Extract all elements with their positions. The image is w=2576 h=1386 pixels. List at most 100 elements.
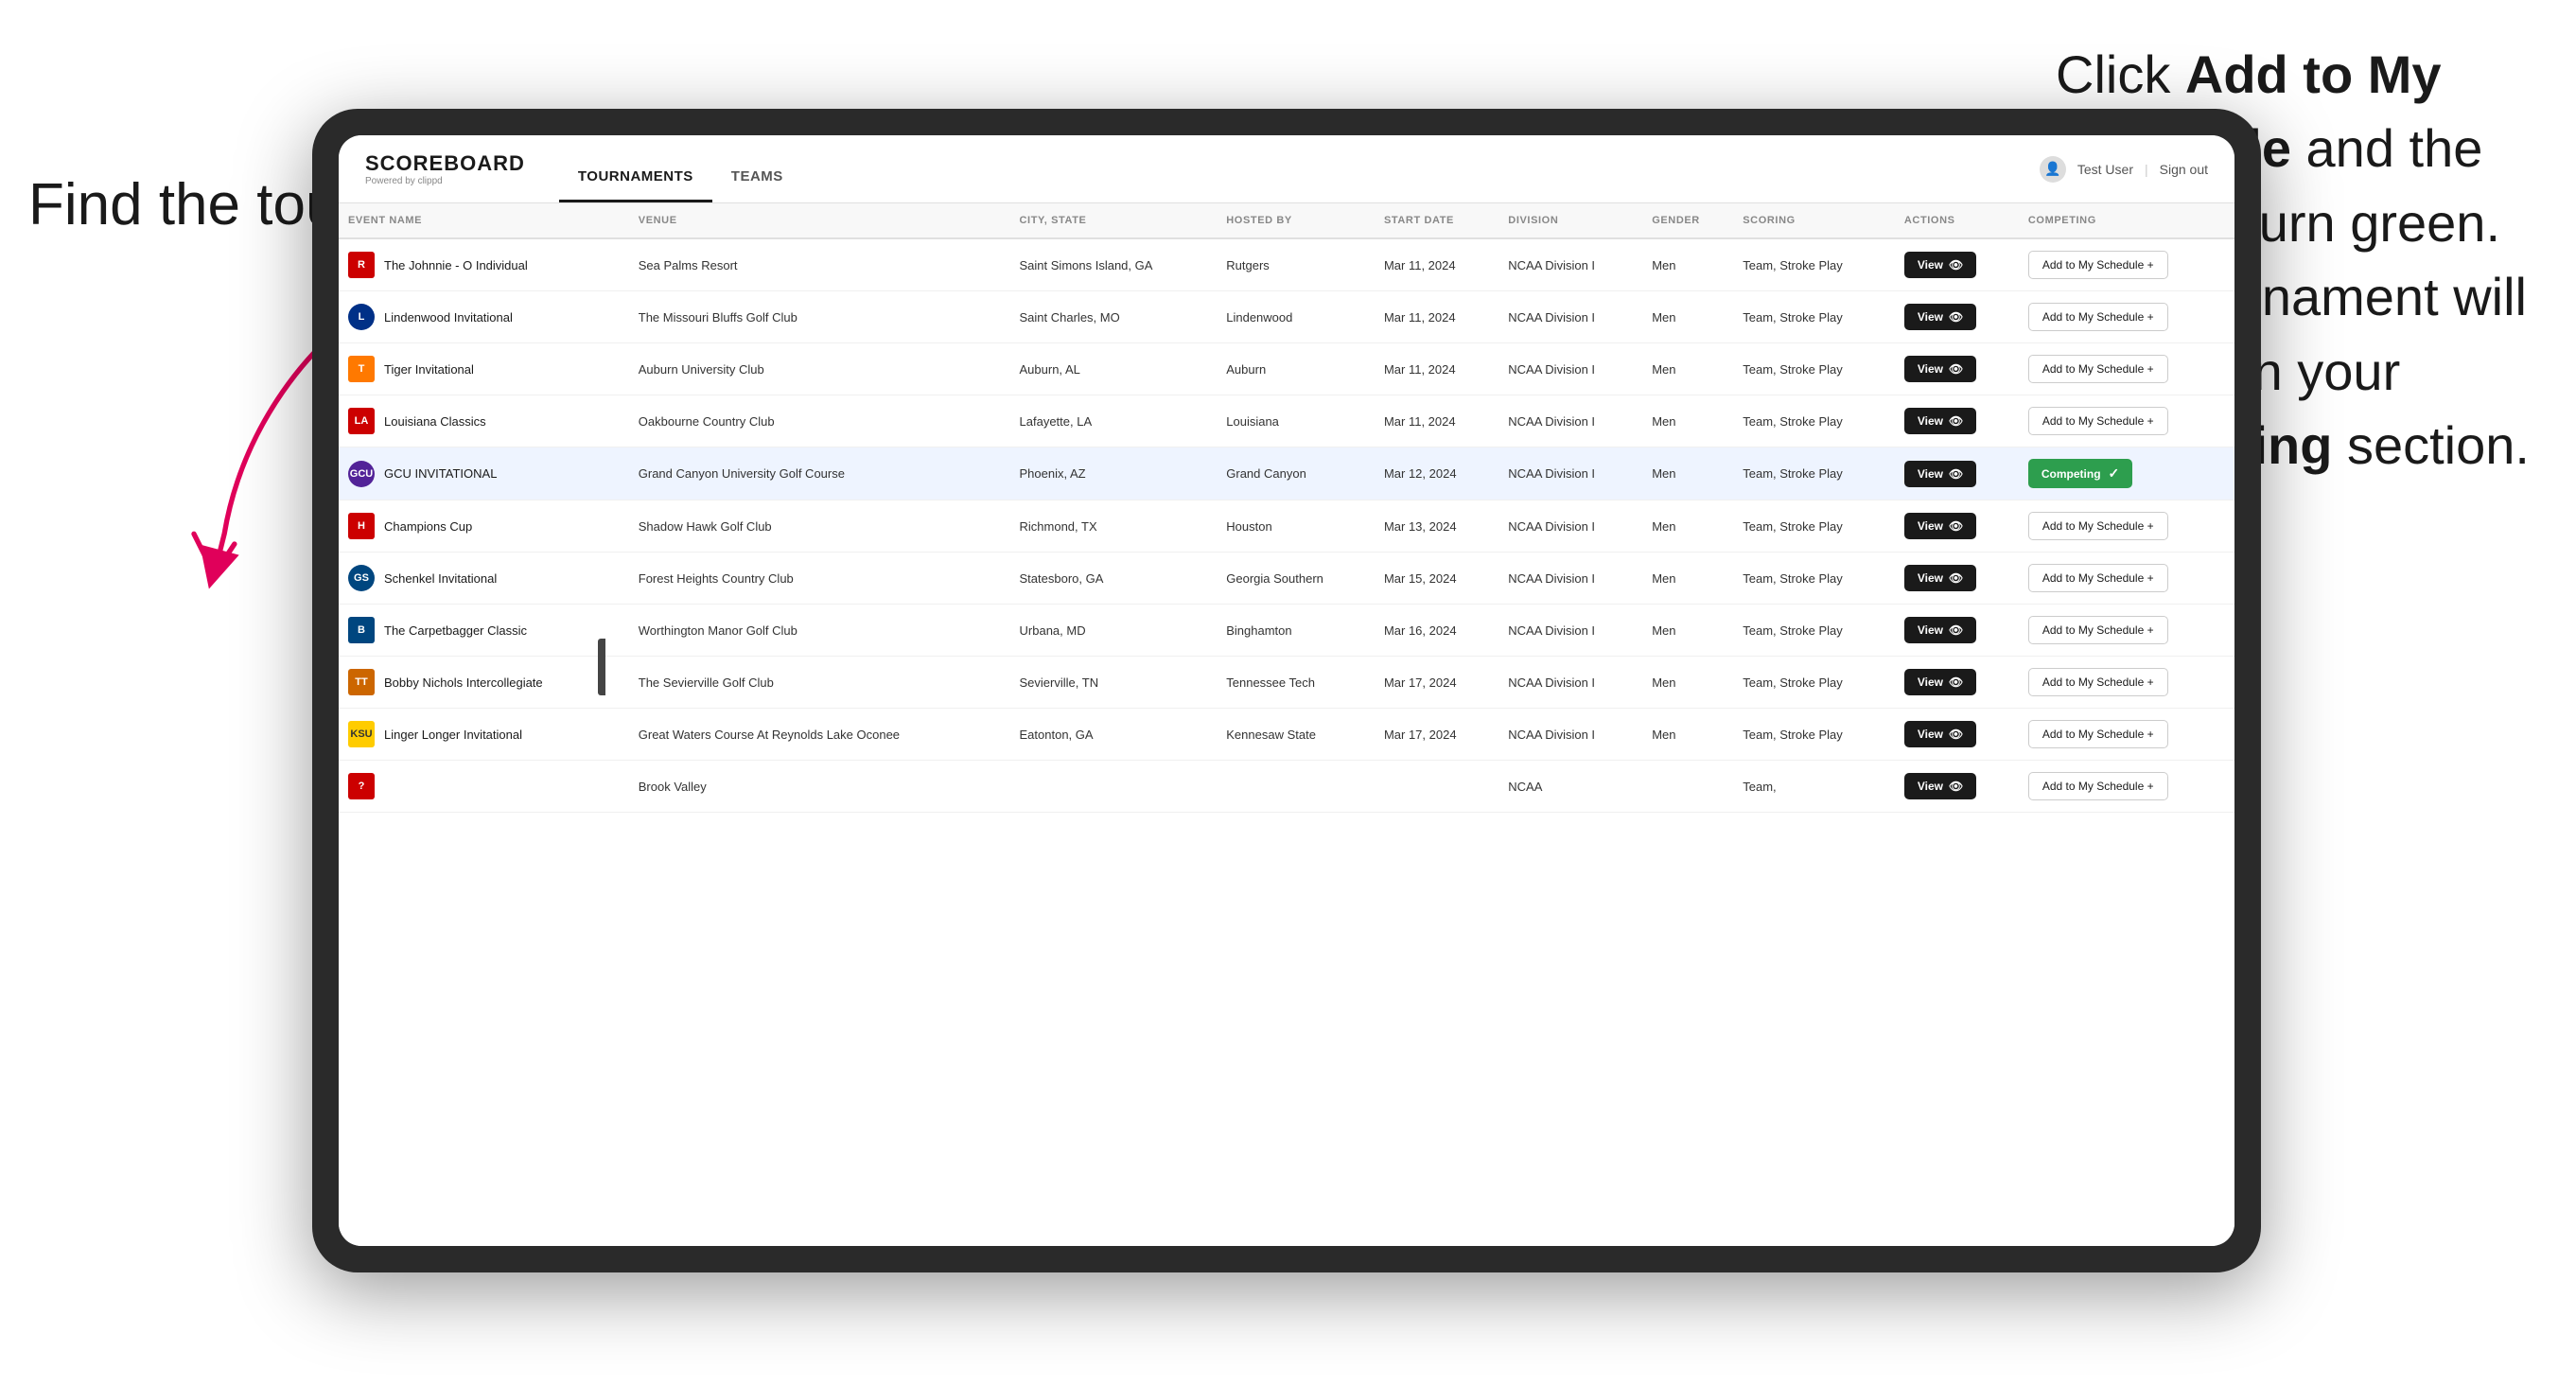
team-logo: T xyxy=(348,356,375,382)
header-right: 👤 Test User | Sign out xyxy=(2040,156,2208,183)
view-button[interactable]: View 👁 xyxy=(1904,565,1976,591)
scoring-cell: Team, Stroke Play xyxy=(1733,657,1895,709)
team-logo: H xyxy=(348,513,375,539)
competing-button[interactable]: Competing ✓ xyxy=(2028,459,2132,488)
competing-cell: Add to My Schedule + xyxy=(2019,500,2234,553)
competing-cell: Add to My Schedule + xyxy=(2019,291,2234,343)
city-state-cell: Eatonton, GA xyxy=(1010,709,1218,761)
start-date-cell: Mar 12, 2024 xyxy=(1375,447,1498,500)
division-cell: NCAA Division I xyxy=(1498,238,1642,291)
event-name-cell: LA Louisiana Classics xyxy=(339,395,629,447)
table-row: T Tiger Invitational Auburn University C… xyxy=(339,343,2234,395)
team-logo: ? xyxy=(348,773,375,799)
team-logo: GS xyxy=(348,565,375,591)
add-to-schedule-button[interactable]: Add to My Schedule + xyxy=(2028,772,2168,800)
table-row: TT Bobby Nichols Intercollegiate The Sev… xyxy=(339,657,2234,709)
venue-cell: Oakbourne Country Club xyxy=(629,395,1010,447)
nav-tab-teams[interactable]: TEAMS xyxy=(712,153,802,202)
view-button[interactable]: View 👁 xyxy=(1904,408,1976,434)
view-button[interactable]: View 👁 xyxy=(1904,356,1976,382)
tablet-side-button[interactable] xyxy=(598,639,605,695)
add-to-schedule-button[interactable]: Add to My Schedule + xyxy=(2028,251,2168,279)
add-to-schedule-button[interactable]: Add to My Schedule + xyxy=(2028,355,2168,383)
col-city-state: CITY, STATE xyxy=(1010,203,1218,238)
table-row: LA Louisiana Classics Oakbourne Country … xyxy=(339,395,2234,447)
add-to-schedule-button[interactable]: Add to My Schedule + xyxy=(2028,407,2168,435)
event-name-text: Schenkel Invitational xyxy=(384,571,497,586)
city-state-cell: Saint Simons Island, GA xyxy=(1010,238,1218,291)
add-to-schedule-button[interactable]: Add to My Schedule + xyxy=(2028,512,2168,540)
competing-cell: Add to My Schedule + xyxy=(2019,709,2234,761)
eye-icon: 👁 xyxy=(1949,571,1963,585)
competing-cell: Add to My Schedule + xyxy=(2019,238,2234,291)
user-label: Test User xyxy=(2077,162,2133,177)
add-to-schedule-button[interactable]: Add to My Schedule + xyxy=(2028,564,2168,592)
view-button[interactable]: View 👁 xyxy=(1904,252,1976,278)
gender-cell: Men xyxy=(1642,291,1733,343)
team-logo: L xyxy=(348,304,375,330)
team-logo: LA xyxy=(348,408,375,434)
eye-icon: 👁 xyxy=(1949,675,1963,689)
add-to-schedule-button[interactable]: Add to My Schedule + xyxy=(2028,720,2168,748)
actions-cell: View 👁 xyxy=(1895,395,2019,447)
hosted-by-cell: Louisiana xyxy=(1217,395,1375,447)
view-button[interactable]: View 👁 xyxy=(1904,304,1976,330)
competing-cell: Add to My Schedule + xyxy=(2019,395,2234,447)
eye-icon: 👁 xyxy=(1949,414,1963,428)
event-name-cell: B The Carpetbagger Classic xyxy=(339,605,629,657)
competing-cell: Add to My Schedule + xyxy=(2019,657,2234,709)
city-state-cell: Phoenix, AZ xyxy=(1010,447,1218,500)
event-name-cell: R The Johnnie - O Individual xyxy=(339,238,629,291)
view-button[interactable]: View 👁 xyxy=(1904,669,1976,695)
view-button[interactable]: View 👁 xyxy=(1904,721,1976,747)
gender-cell: Men xyxy=(1642,605,1733,657)
start-date-cell: Mar 11, 2024 xyxy=(1375,291,1498,343)
scoring-cell: Team, Stroke Play xyxy=(1733,238,1895,291)
city-state-cell: Urbana, MD xyxy=(1010,605,1218,657)
app-logo: SCOREBOARD xyxy=(365,151,525,176)
division-cell: NCAA Division I xyxy=(1498,605,1642,657)
view-button[interactable]: View 👁 xyxy=(1904,461,1976,487)
scoring-cell: Team, Stroke Play xyxy=(1733,709,1895,761)
eye-icon: 👁 xyxy=(1949,467,1963,481)
actions-cell: View 👁 xyxy=(1895,657,2019,709)
table-row: GS Schenkel Invitational Forest Heights … xyxy=(339,553,2234,605)
add-to-schedule-button[interactable]: Add to My Schedule + xyxy=(2028,616,2168,644)
check-icon: ✓ xyxy=(2109,465,2120,482)
hosted-by-cell: Houston xyxy=(1217,500,1375,553)
hosted-by-cell: Binghamton xyxy=(1217,605,1375,657)
event-name-cell: TT Bobby Nichols Intercollegiate xyxy=(339,657,629,709)
table-header: EVENT NAME VENUE CITY, STATE HOSTED BY S… xyxy=(339,203,2234,238)
add-to-schedule-button[interactable]: Add to My Schedule + xyxy=(2028,668,2168,696)
event-name-cell: T Tiger Invitational xyxy=(339,343,629,395)
app-header: SCOREBOARD Powered by clippd TOURNAMENTS… xyxy=(339,135,2234,203)
logo-area: SCOREBOARD Powered by clippd xyxy=(365,151,525,186)
start-date-cell xyxy=(1375,761,1498,813)
city-state-cell: Lafayette, LA xyxy=(1010,395,1218,447)
sign-out-link[interactable]: Sign out xyxy=(2160,162,2208,177)
venue-cell: Sea Palms Resort xyxy=(629,238,1010,291)
view-button[interactable]: View 👁 xyxy=(1904,617,1976,643)
event-name-cell: KSU Linger Longer Invitational xyxy=(339,709,629,761)
view-button[interactable]: View 👁 xyxy=(1904,773,1976,799)
view-button[interactable]: View 👁 xyxy=(1904,513,1976,539)
actions-cell: View 👁 xyxy=(1895,709,2019,761)
team-logo: KSU xyxy=(348,721,375,747)
event-name-cell: GS Schenkel Invitational xyxy=(339,553,629,605)
hosted-by-cell: Grand Canyon xyxy=(1217,447,1375,500)
table-header-row: EVENT NAME VENUE CITY, STATE HOSTED BY S… xyxy=(339,203,2234,238)
hosted-by-cell: Georgia Southern xyxy=(1217,553,1375,605)
venue-cell: Worthington Manor Golf Club xyxy=(629,605,1010,657)
actions-cell: View 👁 xyxy=(1895,500,2019,553)
gender-cell: Men xyxy=(1642,553,1733,605)
table-row: L Lindenwood Invitational The Missouri B… xyxy=(339,291,2234,343)
venue-cell: The Missouri Bluffs Golf Club xyxy=(629,291,1010,343)
gender-cell xyxy=(1642,761,1733,813)
add-to-schedule-button[interactable]: Add to My Schedule + xyxy=(2028,303,2168,331)
division-cell: NCAA Division I xyxy=(1498,343,1642,395)
team-logo: GCU xyxy=(348,461,375,487)
nav-tab-tournaments[interactable]: TOURNAMENTS xyxy=(559,153,712,202)
hosted-by-cell xyxy=(1217,761,1375,813)
competing-cell: Competing ✓ xyxy=(2019,447,2234,500)
eye-icon: 👁 xyxy=(1949,780,1963,793)
